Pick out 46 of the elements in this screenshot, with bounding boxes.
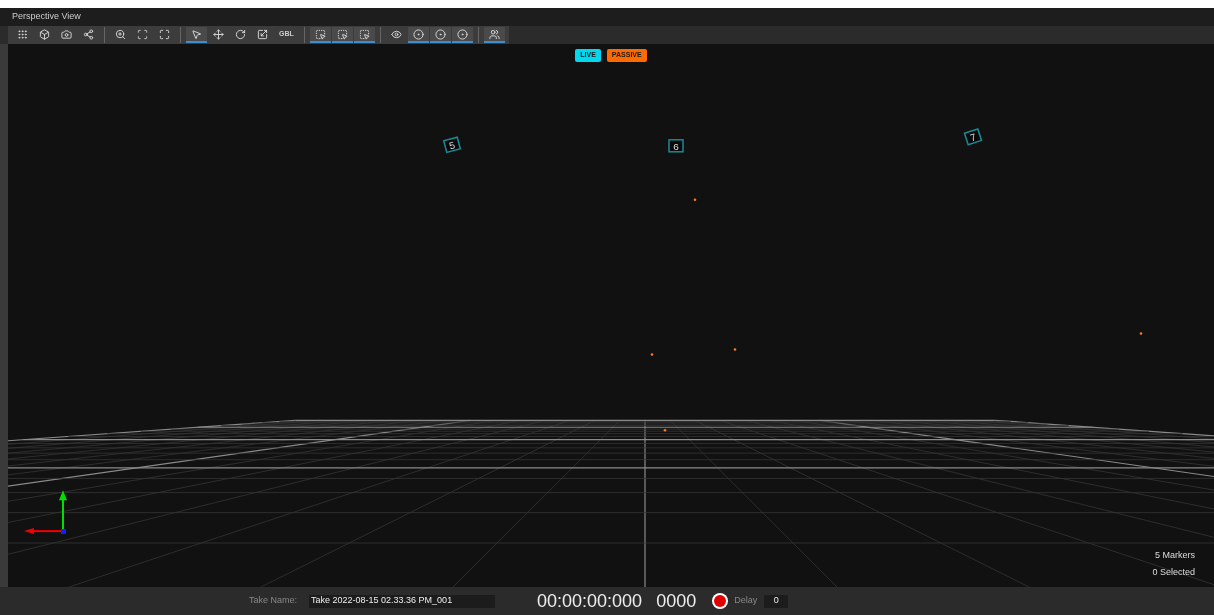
timecode: 00:00:00:000 <box>537 589 643 613</box>
marker-button[interactable] <box>451 27 473 43</box>
marker-button[interactable] <box>407 27 429 43</box>
scale-icon <box>257 28 268 40</box>
marker-dot[interactable] <box>650 353 654 356</box>
figures-button[interactable] <box>483 27 505 43</box>
grid-icon <box>17 28 28 40</box>
move-icon <box>213 28 224 40</box>
marker-button[interactable] <box>429 27 451 43</box>
axis-gizmo <box>24 490 67 535</box>
cube-icon <box>39 28 50 40</box>
eye-icon <box>390 28 402 40</box>
box-select-button[interactable] <box>309 27 331 43</box>
selected-count: 0 Selected <box>1152 565 1195 579</box>
box-select-icon <box>336 28 348 40</box>
delay-field[interactable]: 0 <box>764 594 789 608</box>
marker-icon <box>412 28 424 40</box>
marker-icon <box>434 28 446 40</box>
camera-icon <box>61 28 72 40</box>
marker-dot[interactable] <box>663 429 667 432</box>
zoom-icon <box>115 28 126 40</box>
frame-counter: 0000 <box>656 589 697 613</box>
box-select-button[interactable] <box>331 27 353 43</box>
marker-dot[interactable] <box>733 348 737 351</box>
take-name-label: Take Name: <box>249 594 298 608</box>
camera-marker[interactable]: 6 <box>668 139 684 153</box>
zoom-box-icon <box>137 28 148 40</box>
figures-icon <box>488 28 500 40</box>
camera-marker[interactable]: 7 <box>963 128 983 146</box>
marker-count: 5 Markers <box>1155 549 1195 562</box>
window-title: Perspective View <box>12 10 81 24</box>
fit-view-icon <box>159 28 170 40</box>
nodes-icon <box>83 28 94 40</box>
take-name-field[interactable]: Take 2022-08-15 02.33.36 PM_001 <box>309 594 496 608</box>
pointer-icon <box>191 28 202 40</box>
delay-label: Delay <box>734 594 758 608</box>
marker-dot[interactable] <box>693 198 697 201</box>
marker-icon <box>456 28 468 40</box>
record-button[interactable] <box>712 593 729 609</box>
rotate-icon <box>235 28 246 40</box>
box-select-icon <box>314 28 326 40</box>
marker-dot[interactable] <box>1139 332 1143 335</box>
camera-marker[interactable]: 5 <box>442 136 462 154</box>
box-select-button[interactable] <box>353 27 375 43</box>
box-select-icon <box>358 28 370 40</box>
pointer-button[interactable] <box>186 27 207 43</box>
